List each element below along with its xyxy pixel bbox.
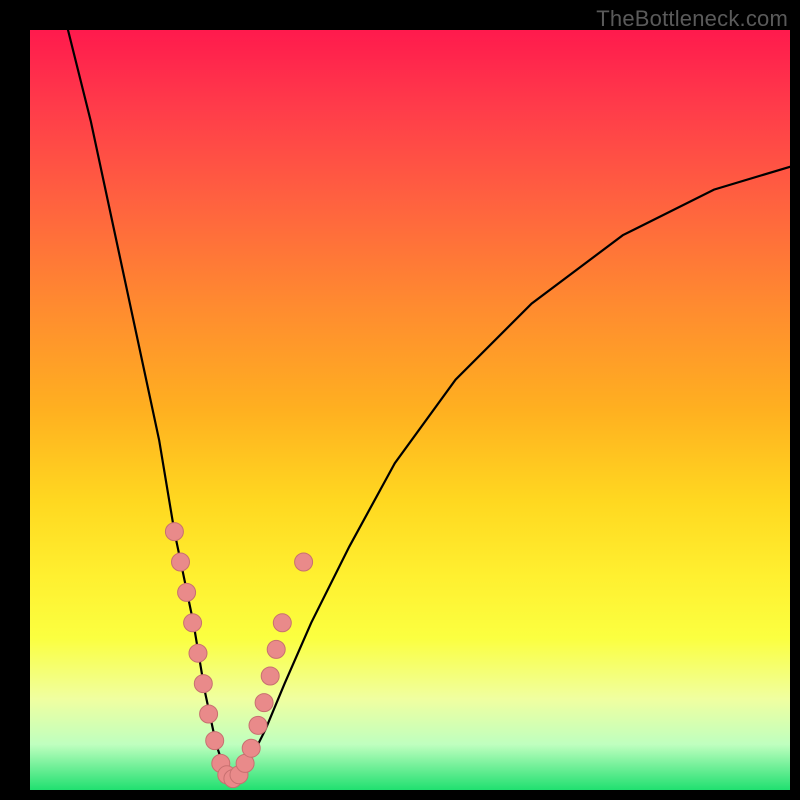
data-marker — [273, 614, 291, 632]
data-marker — [194, 675, 212, 693]
bottleneck-curve — [68, 30, 790, 779]
marker-group — [165, 523, 312, 788]
chart-frame: TheBottleneck.com — [0, 0, 800, 800]
data-marker — [165, 523, 183, 541]
data-marker — [172, 553, 190, 571]
data-marker — [242, 739, 260, 757]
watermark-text: TheBottleneck.com — [596, 6, 788, 32]
data-marker — [184, 614, 202, 632]
data-marker — [189, 644, 207, 662]
chart-svg — [30, 30, 790, 790]
data-marker — [249, 716, 267, 734]
data-marker — [295, 553, 313, 571]
data-marker — [206, 732, 224, 750]
data-marker — [178, 583, 196, 601]
data-marker — [261, 667, 279, 685]
data-marker — [267, 640, 285, 658]
plot-area — [30, 30, 790, 790]
data-marker — [255, 694, 273, 712]
data-marker — [200, 705, 218, 723]
